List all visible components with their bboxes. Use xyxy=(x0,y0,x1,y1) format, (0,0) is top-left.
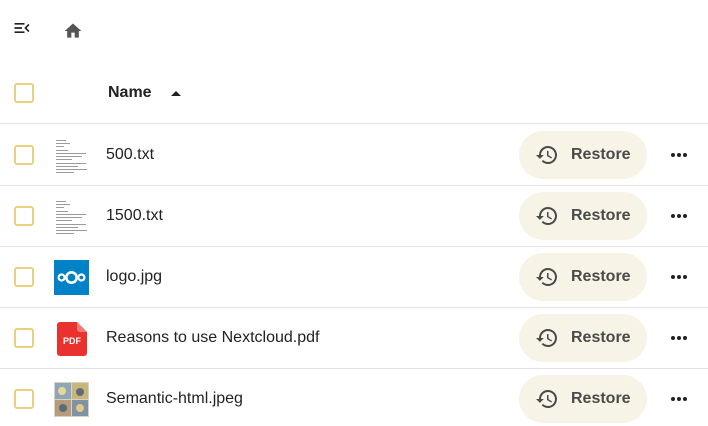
restore-label: Restore xyxy=(571,390,631,407)
file-list: 500.txt Restore 1500.txt Restore logo.jp… xyxy=(0,125,708,426)
file-row[interactable]: 500.txt Restore xyxy=(0,125,708,186)
menu-toggle-icon[interactable] xyxy=(8,14,36,42)
restore-label: Restore xyxy=(571,329,631,346)
sort-by-name-button[interactable]: Name xyxy=(100,76,190,110)
restore-history-icon xyxy=(536,207,557,225)
file-name[interactable]: 500.txt xyxy=(106,125,154,185)
restore-button[interactable]: Restore xyxy=(519,192,647,240)
file-row[interactable]: Semantic-html.jpeg Restore xyxy=(0,369,708,426)
file-row[interactable]: 1500.txt Restore xyxy=(0,186,708,247)
file-checkbox[interactable] xyxy=(14,267,34,287)
file-checkbox[interactable] xyxy=(14,145,34,165)
restore-history-icon xyxy=(536,390,557,408)
file-name[interactable]: 1500.txt xyxy=(106,186,163,246)
file-row[interactable]: PDF Reasons to use Nextcloud.pdf Restore xyxy=(0,308,708,369)
restore-button[interactable]: Restore xyxy=(519,131,647,179)
more-actions-icon[interactable] xyxy=(662,137,696,173)
restore-label: Restore xyxy=(571,146,631,163)
restore-history-icon xyxy=(536,146,557,164)
sort-ascending-icon xyxy=(170,89,182,97)
restore-button[interactable]: Restore xyxy=(519,253,647,301)
pdf-file-thumbnail[interactable]: PDF xyxy=(54,321,89,356)
file-name[interactable]: logo.jpg xyxy=(106,247,162,307)
text-file-thumbnail[interactable] xyxy=(54,138,89,173)
file-name[interactable]: Reasons to use Nextcloud.pdf xyxy=(106,308,319,368)
file-row[interactable]: logo.jpg Restore xyxy=(0,247,708,308)
file-checkbox[interactable] xyxy=(14,206,34,226)
select-all-checkbox[interactable] xyxy=(14,83,34,103)
restore-label: Restore xyxy=(571,268,631,285)
text-preview-icon xyxy=(54,199,89,234)
comic-preview-icon xyxy=(54,382,89,417)
file-checkbox[interactable] xyxy=(14,328,34,348)
more-actions-icon[interactable] xyxy=(662,381,696,417)
nextcloud-logo-icon xyxy=(54,260,89,295)
image-file-thumbnail[interactable] xyxy=(54,382,89,417)
text-file-thumbnail[interactable] xyxy=(54,199,89,234)
more-actions-icon[interactable] xyxy=(662,198,696,234)
pdf-icon-label: PDF xyxy=(63,336,82,346)
restore-button[interactable]: Restore xyxy=(519,314,647,362)
more-actions-icon[interactable] xyxy=(662,259,696,295)
pdf-icon: PDF xyxy=(56,321,87,356)
file-name[interactable]: Semantic-html.jpeg xyxy=(106,369,243,426)
text-preview-icon xyxy=(54,138,89,173)
restore-button[interactable]: Restore xyxy=(519,375,647,423)
file-list-header: Name xyxy=(0,62,708,124)
restore-history-icon xyxy=(536,268,557,286)
restore-history-icon xyxy=(536,329,557,347)
file-checkbox[interactable] xyxy=(14,389,34,409)
name-column-label: Name xyxy=(108,84,152,101)
top-bar xyxy=(0,0,708,62)
home-icon[interactable] xyxy=(58,17,88,45)
image-file-thumbnail[interactable] xyxy=(54,260,89,295)
restore-label: Restore xyxy=(571,207,631,224)
more-actions-icon[interactable] xyxy=(662,320,696,356)
